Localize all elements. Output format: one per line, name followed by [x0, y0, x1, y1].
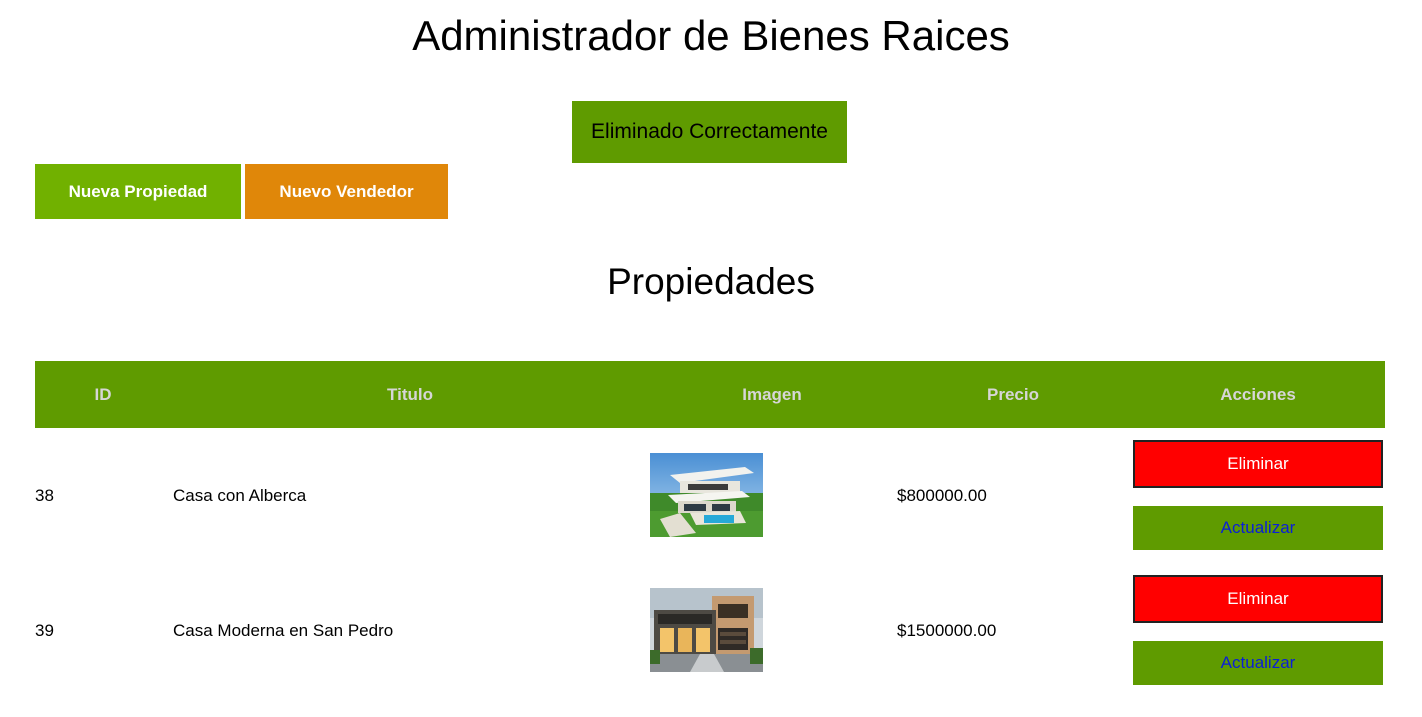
column-header-id: ID — [94, 385, 112, 404]
row-price: $1500000.00 — [897, 621, 997, 640]
new-property-button[interactable]: Nueva Propiedad — [35, 164, 241, 219]
page-title: Administrador de Bienes Raices — [412, 12, 1010, 59]
update-button[interactable]: Actualizar — [1133, 641, 1383, 685]
delete-button[interactable]: Eliminar — [1133, 575, 1383, 623]
page: Administrador de Bienes Raices Eliminado… — [0, 0, 1422, 717]
table-row: 38 Casa con Alberca $800000.00 Eliminar … — [35, 436, 1385, 556]
update-button[interactable]: Actualizar — [1133, 506, 1383, 550]
row-title: Casa Moderna en San Pedro — [173, 621, 394, 640]
table-row: 39 Casa Moderna en San Pedro $1500000.00… — [35, 571, 1385, 691]
row-id: 39 — [35, 621, 54, 640]
column-header-titulo: Titulo — [387, 385, 433, 404]
house-pool-image — [650, 453, 763, 537]
new-seller-button[interactable]: Nuevo Vendedor — [245, 164, 448, 219]
house-night-image — [650, 588, 763, 672]
property-thumbnail — [650, 453, 763, 537]
column-header-acciones: Acciones — [1220, 385, 1296, 404]
row-price: $800000.00 — [897, 486, 987, 505]
delete-button[interactable]: Eliminar — [1133, 440, 1383, 488]
row-title: Casa con Alberca — [173, 486, 307, 505]
table-header: ID Titulo Imagen Precio Acciones — [35, 361, 1385, 428]
success-alert: Eliminado Correctamente — [572, 101, 847, 163]
column-header-precio: Precio — [987, 385, 1039, 404]
column-header-imagen: Imagen — [742, 385, 802, 404]
property-thumbnail — [650, 588, 763, 672]
row-id: 38 — [35, 486, 54, 505]
section-title: Propiedades — [607, 261, 815, 302]
